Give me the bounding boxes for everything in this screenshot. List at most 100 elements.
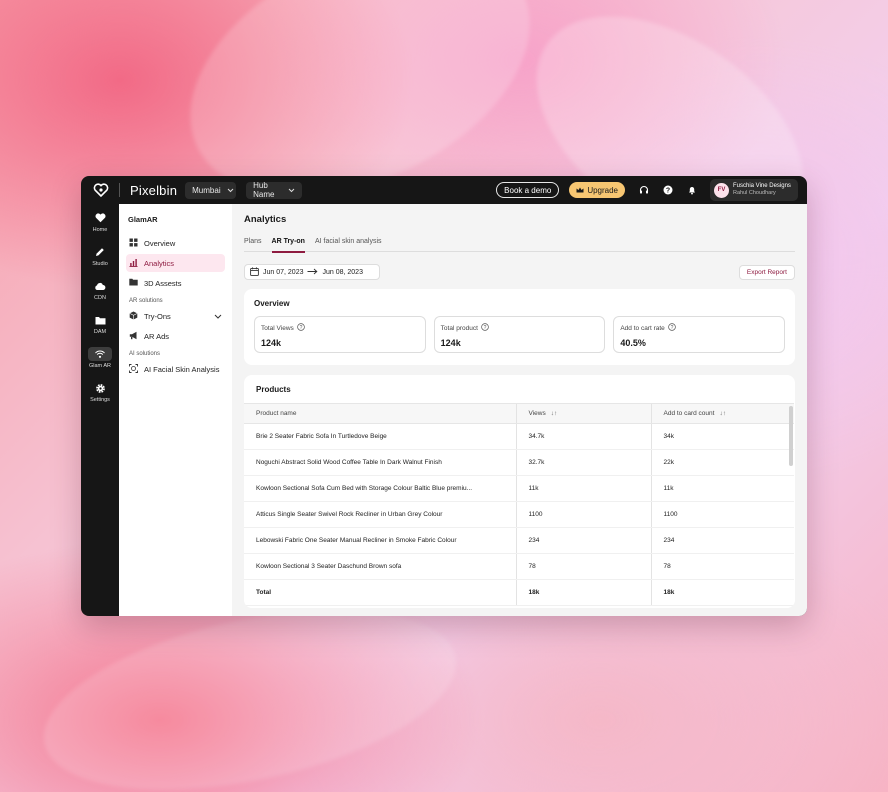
metric-total-product: Total product ? 124k <box>433 316 606 353</box>
account-org: Fuschia Vine Designs <box>733 183 791 190</box>
cube-icon <box>129 311 138 322</box>
metric-label: Total Views <box>261 324 294 332</box>
sidebar-item-try-ons[interactable]: Try-Ons <box>126 307 225 325</box>
metric-add-to-cart-rate: Add to cart rate ? 40.5% <box>613 316 786 353</box>
ar-solutions-heading: AR solutions <box>129 298 163 304</box>
table-row[interactable]: Brie 2 Seater Fabric Sofa In Turtledove … <box>244 423 794 450</box>
products-title: Products <box>256 385 291 394</box>
rail-label: Studio <box>92 261 108 267</box>
info-icon[interactable]: ? <box>297 323 305 333</box>
column-header-views[interactable]: Views ↓↑ <box>515 403 651 424</box>
tab-ai-facial-skin-analysis[interactable]: AI facial skin analysis <box>315 238 382 252</box>
folder-icon <box>129 278 138 288</box>
rail-label: Home <box>92 227 108 233</box>
main-content: Analytics Plans AR Try-on AI facial skin… <box>232 204 807 616</box>
column-header-add-to-cart-count[interactable]: Add to card count ↓↑ <box>650 403 794 424</box>
total-views: 18k <box>515 579 651 606</box>
avatar: FV <box>714 182 729 198</box>
sidebar-item-label: AI Facial Skin Analysis <box>144 364 220 374</box>
region-dropdown[interactable]: Mumbai <box>185 181 237 199</box>
sidebar-item-overview[interactable]: Overview <box>126 234 225 252</box>
overview-card: Overview Total Views ? 124k Total produc… <box>244 289 795 365</box>
rail-label: DAM <box>93 329 107 335</box>
gear-icon <box>88 381 112 395</box>
table-row[interactable]: Atticus Single Seater Swivel Rock Reclin… <box>244 501 794 528</box>
folder-icon <box>88 313 112 327</box>
hub-dropdown[interactable]: Hub Name <box>246 181 303 199</box>
account-user: Rahul Choudhary <box>733 190 776 197</box>
views-cell: 78 <box>515 553 651 580</box>
info-icon[interactable]: ? <box>668 323 676 333</box>
info-icon[interactable]: ? <box>481 323 489 333</box>
page-title: Analytics <box>244 214 287 225</box>
sidebar-item-label: Try-Ons <box>144 311 171 321</box>
help-icon[interactable]: ? <box>663 185 673 195</box>
rail-item-home[interactable]: Home <box>81 211 119 238</box>
ai-solutions-heading: AI solutions <box>129 351 161 357</box>
sidebar-item-label: AR Ads <box>144 331 170 341</box>
chevron-down-icon <box>288 186 295 195</box>
table-row[interactable]: Kowloon Sectional 3 Seater Daschund Brow… <box>244 553 794 580</box>
upgrade-button[interactable]: Upgrade <box>569 182 625 198</box>
rail-item-glam-ar[interactable]: Glam AR <box>81 347 119 374</box>
book-demo-button[interactable]: Book a demo <box>496 182 560 198</box>
crown-icon <box>576 186 584 195</box>
tab-ar-try-on[interactable]: AR Try-on <box>271 238 306 253</box>
cloud-icon <box>88 279 112 293</box>
export-report-button[interactable]: Export Report <box>738 264 795 280</box>
tab-plans[interactable]: Plans <box>244 238 262 252</box>
region-label: Mumbai <box>192 185 221 195</box>
metric-label: Add to cart rate <box>620 324 665 332</box>
add-to-cart-cell: 34k <box>650 423 794 450</box>
grid-icon <box>129 238 138 249</box>
chevron-down-icon <box>227 186 234 195</box>
sidebar-item-label: 3D Assests <box>144 278 182 288</box>
pixelbin-logo-icon[interactable] <box>93 182 109 198</box>
product-name-cell: Noguchi Abstract Solid Wood Coffee Table… <box>244 449 516 476</box>
table-scrollbar[interactable] <box>789 406 793 466</box>
sort-icon[interactable]: ↓↑ <box>719 410 726 417</box>
sidebar-title: GlamAR <box>128 215 158 224</box>
sidebar-item-ai-facial-skin-analysis[interactable]: AI Facial Skin Analysis <box>126 360 225 378</box>
table-row[interactable]: Lebowski Fabric One Seater Manual Reclin… <box>244 527 794 554</box>
logo-divider <box>119 183 120 197</box>
rail-item-dam[interactable]: DAM <box>81 313 119 340</box>
product-name-cell: Kowloon Sectional 3 Seater Daschund Brow… <box>244 553 516 580</box>
tab-bar: Plans AR Try-on AI facial skin analysis <box>244 238 795 253</box>
rail-label: Glam AR <box>88 363 111 369</box>
table-row[interactable]: Noguchi Abstract Solid Wood Coffee Table… <box>244 449 794 476</box>
sidebar-item-ar-ads[interactable]: AR Ads <box>126 327 225 345</box>
face-scan-icon <box>129 363 138 375</box>
sidebar-item-label: Analytics <box>144 258 175 268</box>
views-cell: 34.7k <box>515 423 651 450</box>
rail-label: CDN <box>94 295 106 301</box>
table-row[interactable]: Kowloon Sectional Sofa Cum Bed with Stor… <box>244 475 794 502</box>
rail-item-cdn[interactable]: CDN <box>81 279 119 306</box>
sidebar: GlamAR Overview Analytics 3D Assests AR … <box>119 204 232 616</box>
views-cell: 1100 <box>515 501 651 528</box>
arrow-right-icon <box>307 268 318 277</box>
sidebar-item-analytics[interactable]: Analytics <box>126 254 225 272</box>
upgrade-label: Upgrade <box>587 185 618 195</box>
sort-icon[interactable]: ↓↑ <box>551 410 558 417</box>
sidebar-item-label: Overview <box>144 238 176 248</box>
bell-icon[interactable] <box>687 185 697 195</box>
sidebar-item-3d-assets[interactable]: 3D Assests <box>126 274 225 292</box>
add-to-cart-cell: 22k <box>650 449 794 476</box>
rail-item-settings[interactable]: Settings <box>81 381 119 408</box>
top-bar: Pixelbin Mumbai Hub Name Book a demo Upg… <box>81 176 807 204</box>
filter-bar: Jun 07, 2023 Jun 08, 2023 Export Report <box>244 264 795 280</box>
headset-icon[interactable] <box>639 185 649 195</box>
account-menu[interactable]: FV Fuschia Vine Designs Rahul Choudhary <box>710 179 798 201</box>
product-name-cell: Atticus Single Seater Swivel Rock Reclin… <box>244 501 516 528</box>
date-range-picker[interactable]: Jun 07, 2023 Jun 08, 2023 <box>244 264 380 280</box>
chevron-down-icon[interactable] <box>214 312 222 321</box>
chart-icon <box>129 258 138 269</box>
metric-value: 40.5% <box>620 338 646 348</box>
svg-text:?: ? <box>299 325 302 331</box>
rail-label: Settings <box>90 397 110 403</box>
add-to-cart-cell: 11k <box>650 475 794 502</box>
rail-item-studio[interactable]: Studio <box>81 245 119 272</box>
app-window: Pixelbin Mumbai Hub Name Book a demo Upg… <box>81 176 807 616</box>
add-to-cart-cell: 234 <box>650 527 794 554</box>
